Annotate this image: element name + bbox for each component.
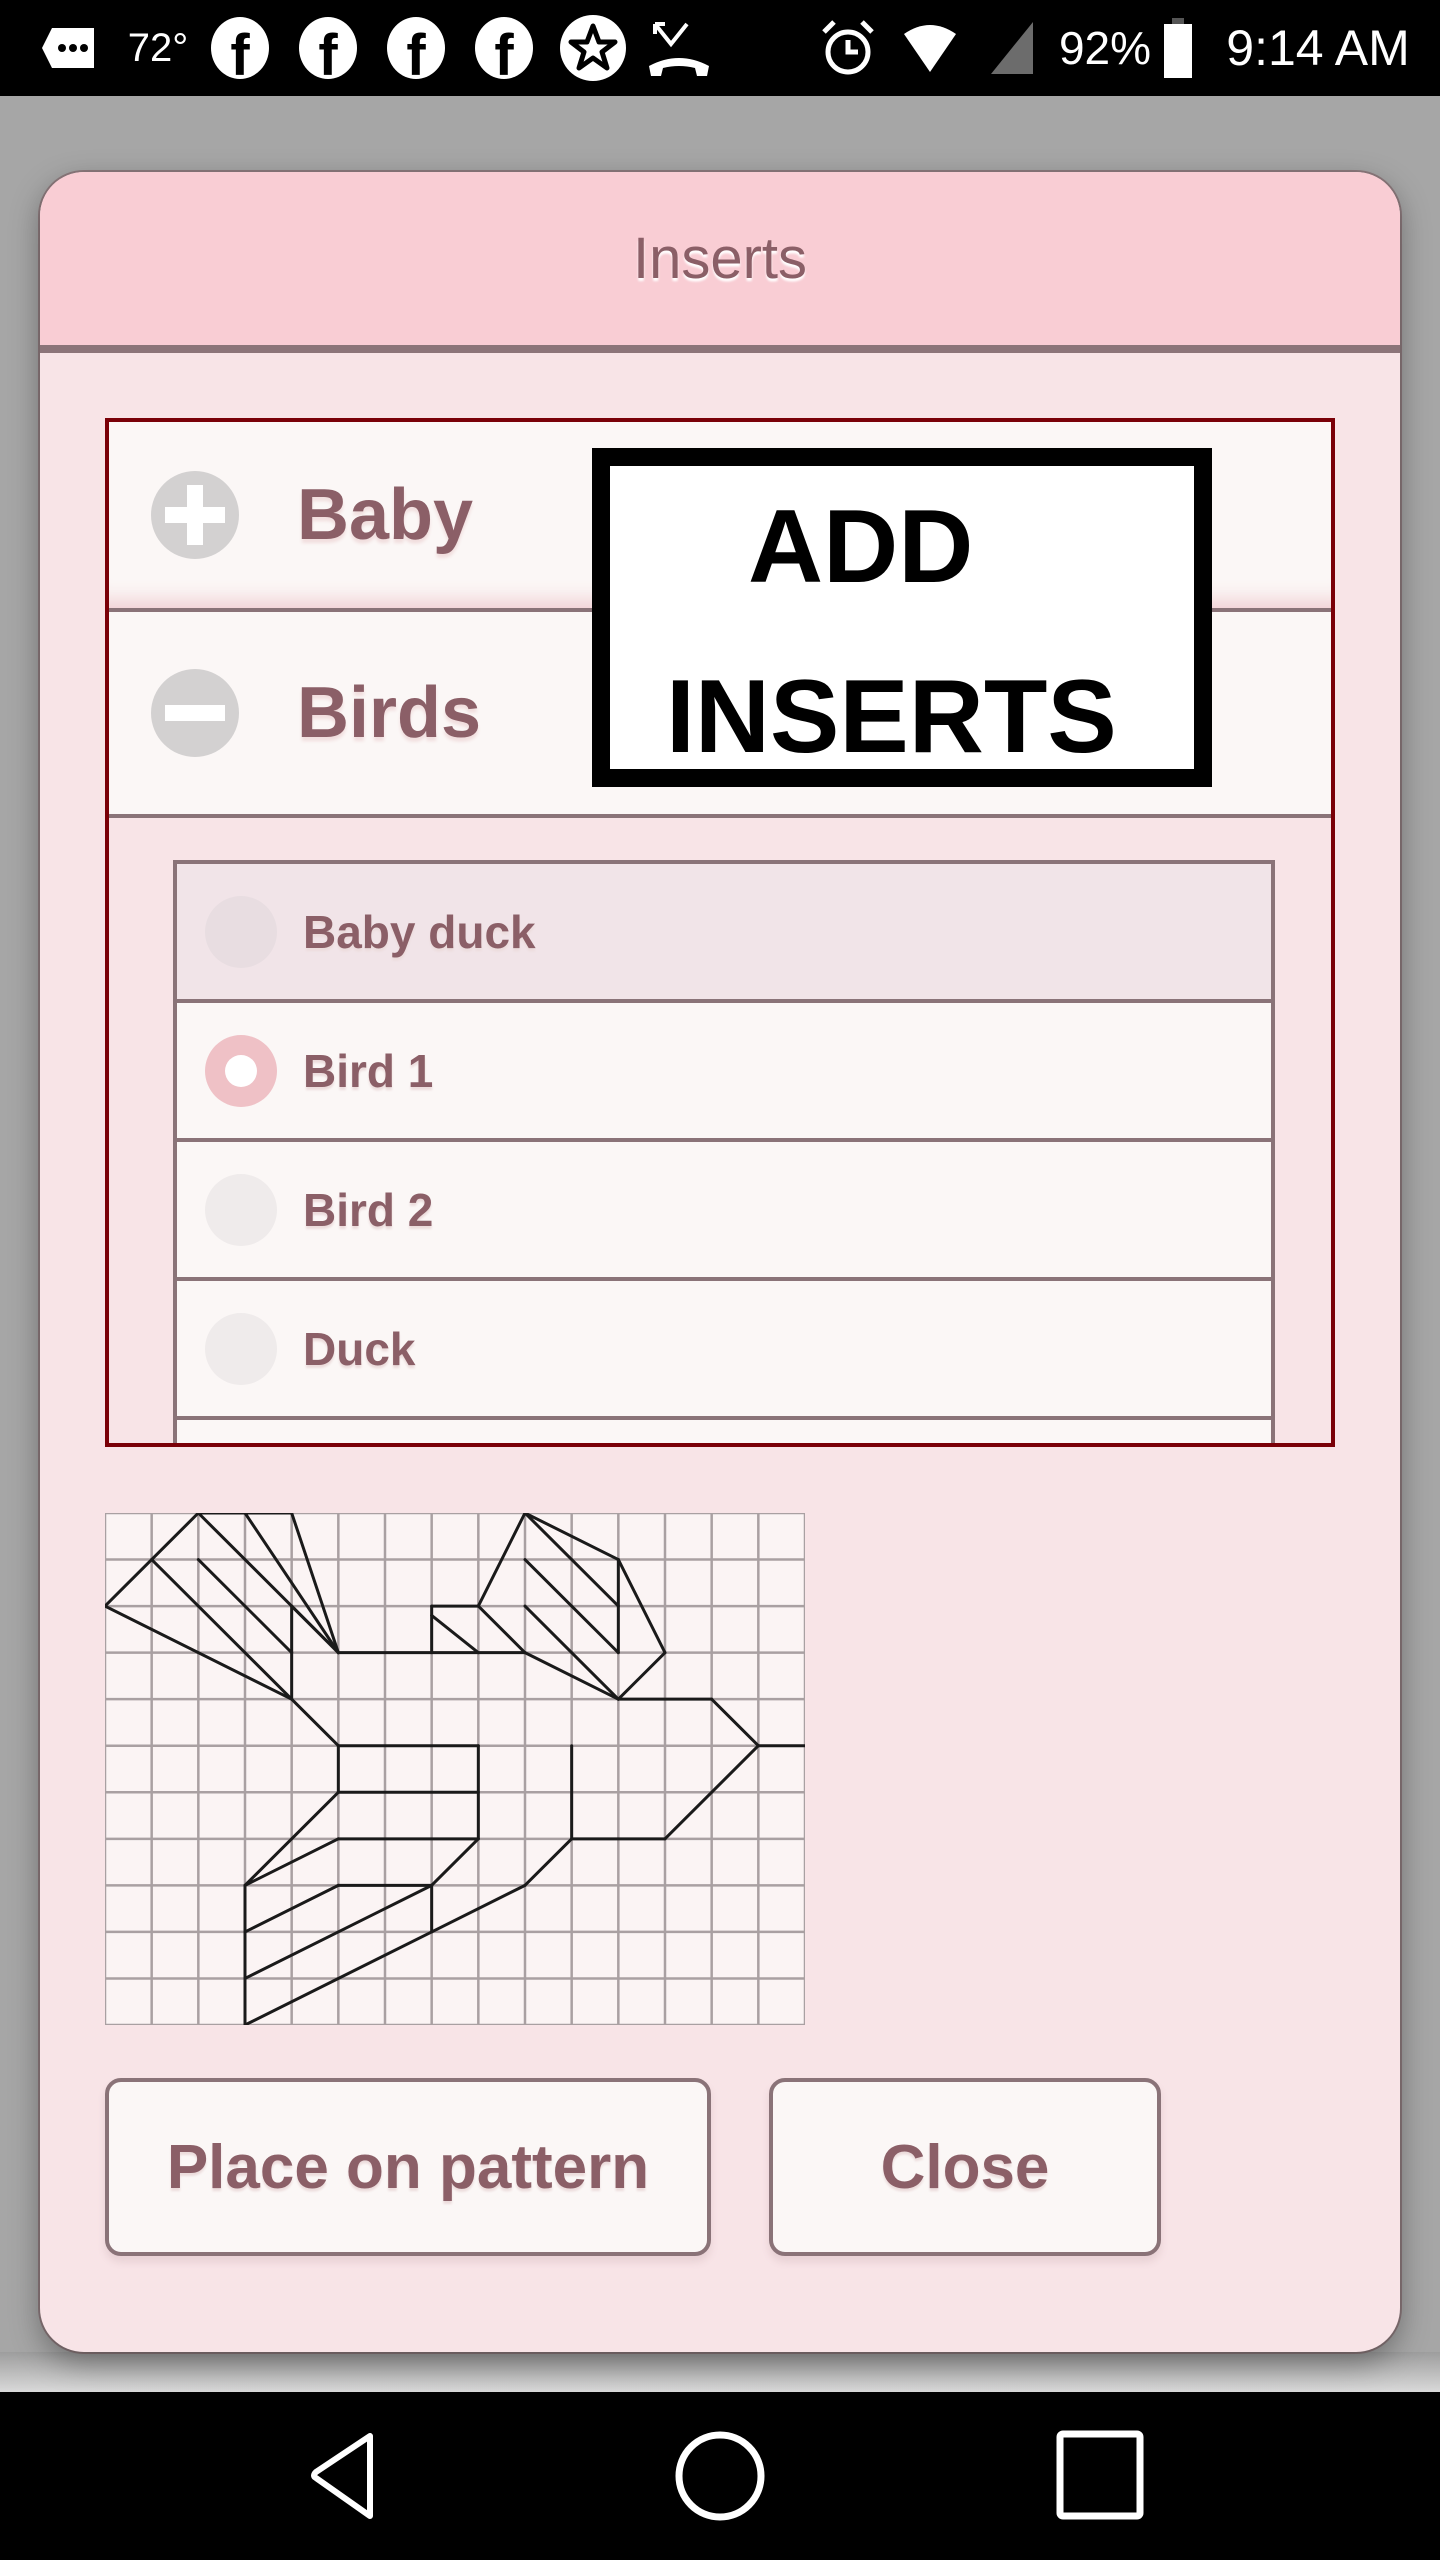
clock: 9:14 AM [1226,20,1410,76]
close-button[interactable]: Close [769,2078,1161,2256]
category-label: Birds [297,673,482,753]
pattern-stroke [430,1837,480,1887]
item-label: Bird 2 [303,1183,434,1236]
minus-icon [151,669,239,757]
pattern-stroke [430,1613,480,1655]
messages-icon [38,0,98,96]
pattern-stroke [150,1513,200,1562]
annotation-line-2: INSERTS [666,659,1117,775]
pattern-stroke [523,1837,574,1887]
recents-icon [1056,2430,1144,2520]
alarm-icon [818,0,878,96]
category-label: Baby [297,475,474,555]
battery-icon [1160,0,1196,96]
place-on-pattern-button[interactable]: Place on pattern [105,2078,711,2256]
list-item-bird-2[interactable]: Bird 2 [177,1142,1271,1281]
insert-list[interactable]: Baby duck Bird 1 Bird 2 Duck [173,860,1275,1443]
cell-signal-icon [988,0,1038,96]
dialog-title: Inserts [632,226,808,291]
pattern-stroke [150,1558,294,1701]
home-button[interactable] [670,2426,770,2526]
dialog-backdrop[interactable] [0,2352,1440,2392]
item-label: Bird 1 [303,1044,434,1097]
pattern-stroke [710,1697,760,1748]
radio-button[interactable] [205,1312,277,1385]
annotation-line-1: ADD [748,489,974,605]
facebook-icon [210,0,270,96]
pattern-grid [105,1513,805,2025]
pattern-stroke [476,1604,527,1655]
radio-button[interactable] [205,895,277,968]
radio-button[interactable] [205,1173,277,1246]
plus-icon [151,471,239,559]
star-app-icon [558,0,628,96]
facebook-icon [386,0,446,96]
add-inserts-annotation: ADD INSERTS [592,448,1212,787]
back-button[interactable] [292,2426,392,2526]
facebook-icon [298,0,358,96]
recents-button[interactable] [1052,2426,1152,2526]
pattern-stroke [290,1513,340,1655]
navigation-bar [0,2392,1440,2560]
facebook-icon [474,0,534,96]
item-label: Baby duck [303,905,536,958]
status-bar: 72° 92% 9:14 AM [0,0,1440,96]
wifi-icon [898,0,962,96]
pattern-stroke [290,1697,340,1748]
home-icon [675,2431,765,2521]
radio-button-selected[interactable] [205,1034,277,1107]
battery-percent: 92% [1058,22,1152,74]
weather-temperature: 72° [127,25,189,70]
list-item-partial[interactable] [177,1420,1271,1443]
dialog-header: Inserts [40,172,1400,353]
pattern-stroke [616,1651,667,1701]
list-item-duck[interactable]: Duck [177,1281,1271,1420]
back-icon [311,2433,373,2519]
list-item-bird-1[interactable]: Bird 1 [177,1003,1271,1142]
pattern-stroke [105,1558,154,1608]
list-item-baby-duck[interactable]: Baby duck [177,864,1271,1003]
insert-preview [105,1513,805,2025]
item-label: Duck [303,1322,416,1375]
missed-call-icon [644,0,714,96]
